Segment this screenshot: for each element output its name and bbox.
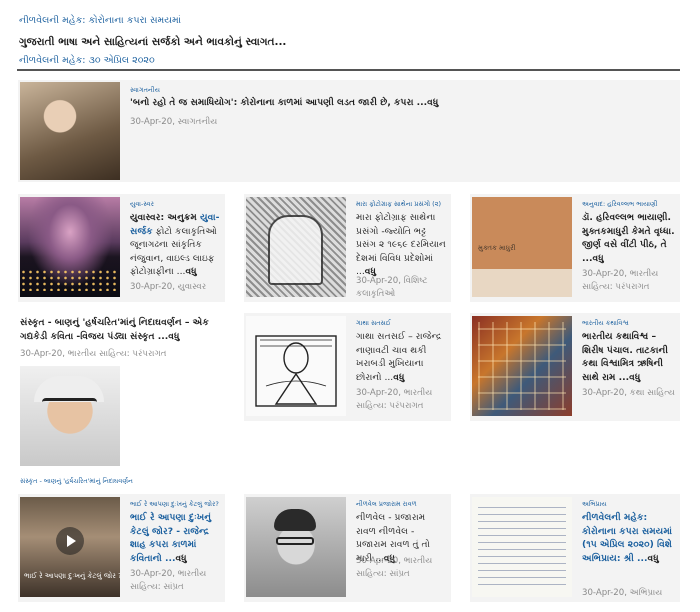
category-label[interactable]: ગાથા સતસઈ bbox=[356, 319, 391, 328]
article-title[interactable]: યુવાસ્વર: અનુક્રમ યુવા-સર્જક ફોટો કલાકૃત… bbox=[130, 211, 222, 279]
article-title-text[interactable]: ભારતીય કથાવિશ્વ – શિરીષ પંચાલ. તાટકાની ક… bbox=[582, 331, 668, 383]
image-caption: સંસ્કૃત - બાણનું 'હર્ષચરિત'માંનું નિદાઘવ… bbox=[20, 477, 133, 485]
read-more-link[interactable]: વધુ bbox=[185, 266, 196, 277]
article-card[interactable]: ભારતીય કથાવિશ્વ ભારતીય કથાવિશ્વ – શિરીષ … bbox=[470, 313, 680, 421]
article-thumbnail[interactable] bbox=[472, 316, 572, 416]
video-caption: ભાઈ રે આપણા દુઃખનું કેટલું જોર ? bbox=[24, 572, 120, 580]
article-title-text[interactable]: યુવાસ્વર: અનુક્રમ bbox=[130, 212, 200, 223]
article-title-text[interactable]: 'બનો રહો તે જ સમાધિયોગ': કોરોનાના કાળમાં… bbox=[130, 97, 427, 108]
article-title-text[interactable]: સંસ્કૃત - બાણનું 'હર્ષચરિત'માંનું નિદાઘવ… bbox=[20, 317, 209, 342]
city-lights bbox=[20, 269, 120, 291]
article-card[interactable]: યુવા-સ્વર યુવાસ્વર: અનુક્રમ યુવા-સર્જક ફ… bbox=[18, 194, 225, 302]
article-meta: 30-Apr-20, ભારતીય સાહિત્ય: પરંપરાગત bbox=[20, 349, 167, 359]
read-more-link[interactable]: વધુ bbox=[393, 372, 404, 383]
article-meta: 30-Apr-20, યુવાસ્વર bbox=[130, 282, 207, 292]
category-label[interactable]: ભારતીય કથાવિશ્વ bbox=[582, 319, 629, 328]
article-title[interactable]: ભારતીય કથાવિશ્વ – શિરીષ પંચાલ. તાટકાની ક… bbox=[582, 330, 676, 384]
category-label[interactable]: મારા ફોટોગ્રાફ સાથેના પ્રસંગો (૨) bbox=[356, 200, 441, 209]
header-divider bbox=[17, 69, 680, 71]
category-label[interactable]: અનુવાદ: હરિવલ્લભ ભાયાણી bbox=[582, 200, 658, 209]
article-thumbnail[interactable] bbox=[246, 197, 346, 297]
read-more-link[interactable]: વધુ bbox=[175, 553, 186, 564]
article-title-text[interactable]: ભાઈ રે આપણા દુઃખનું કેટલું જોર? - રાજેન્… bbox=[130, 512, 211, 564]
read-more-link[interactable]: વધુ bbox=[168, 331, 179, 342]
article-title[interactable]: મારા ફોટોગ્રાફ સાથેના પ્રસંગો -જ્યોતિ ભટ… bbox=[356, 211, 448, 279]
handwritten-lines bbox=[478, 503, 566, 591]
photo-figure bbox=[268, 215, 323, 285]
letter-thumbnail[interactable] bbox=[472, 497, 572, 597]
article-card[interactable]: ગાથા સતસઈ ગાથા સતસઈ – રાજેન્દ્ર નાણાવટી … bbox=[244, 313, 451, 421]
read-more-link[interactable]: વધુ bbox=[427, 97, 438, 108]
article-meta: 30-Apr-20, સ્વાગતનીય bbox=[130, 117, 218, 127]
article-title[interactable]: સંસ્કૃત - બાણનું 'હર્ષચરિત'માંનું નિદાઘવ… bbox=[20, 316, 220, 343]
play-icon[interactable] bbox=[56, 527, 84, 555]
read-more-link[interactable]: વધુ bbox=[648, 553, 659, 564]
book-cover-thumbnail[interactable]: મુક્તક માધુરી bbox=[472, 197, 572, 297]
article-meta: 30-Apr-20, ભારતીય સાહિત્ય: પરંપરાગત bbox=[582, 269, 659, 292]
featured-thumbnail[interactable] bbox=[20, 82, 120, 180]
article-card[interactable]: નીળવેલ પ્રજારામ રાવળ નીળવેલ - પ્રજારામ ર… bbox=[244, 494, 451, 602]
article-thumbnail[interactable] bbox=[246, 497, 346, 597]
article-meta: 30-Apr-20, વિશિષ્ટ કલાકૃતિઓ bbox=[356, 276, 428, 299]
site-title-link[interactable]: નીળવેલની મહેક: કોરોનાના કપરા સમયમાં bbox=[19, 15, 181, 26]
article-card[interactable]: મુક્તક માધુરી અનુવાદ: હરિવલ્લભ ભાયાણી ડૉ… bbox=[470, 194, 680, 302]
article-thumbnail[interactable] bbox=[246, 316, 346, 416]
issue-link[interactable]: નીળવેલની મહેક: ૩૦ એપ્રિલ ૨૦૨૦ bbox=[19, 55, 155, 66]
read-more-link[interactable]: વધુ bbox=[629, 372, 640, 383]
article-thumbnail[interactable] bbox=[20, 197, 120, 297]
painting-pattern bbox=[478, 322, 566, 410]
article-title[interactable]: નીળવેલની મહેક: કોરોનાના કપરા સમયમાં (૧૫ … bbox=[582, 511, 676, 565]
article-meta: 30-Apr-20, ભારતીય સાહિત્ય: પરંપરાગત bbox=[356, 388, 433, 411]
category-label[interactable]: યુવા-સ્વર bbox=[130, 200, 154, 209]
article-thumbnail[interactable] bbox=[20, 366, 120, 466]
read-more-link[interactable]: વધુ bbox=[592, 253, 603, 264]
featured-article-card[interactable]: સ્વાગતનીય 'બનો રહો તે જ સમાધિયોગ': કોરોન… bbox=[18, 80, 680, 182]
line-drawing-illustration bbox=[255, 335, 337, 407]
article-card[interactable]: મારા ફોટોગ્રાફ સાથેના પ્રસંગો (૨) મારા ફ… bbox=[244, 194, 451, 302]
category-label[interactable]: સ્વાગતનીય bbox=[130, 86, 160, 95]
category-label[interactable]: અભિપ્રાય bbox=[582, 500, 607, 509]
glasses-shape bbox=[42, 398, 97, 410]
portrait-hair bbox=[274, 509, 316, 531]
article-card[interactable]: અભિપ્રાય નીળવેલની મહેક: કોરોનાના કપરા સમ… bbox=[470, 494, 680, 602]
article-meta: 30-Apr-20, કથા સાહિત્ય bbox=[582, 388, 675, 398]
video-thumbnail[interactable]: ભાઈ રે આપણા દુઃખનું કેટલું જોર ? bbox=[20, 497, 120, 597]
article-title[interactable]: ડૉ. હરિવલ્લભ ભાયાણી. મુક્તકમાધુરી કેમતે … bbox=[582, 211, 676, 265]
article-card[interactable]: ભાઈ રે આપણા દુઃખનું કેટલું જોર ? ભાઈ રે … bbox=[18, 494, 225, 602]
site-tagline: ગુજરાતી ભાષા અને સાહિત્યનાં સર્જકો અને ભ… bbox=[19, 36, 287, 48]
article-meta: 30-Apr-20, ભારતીય સાહિત્ય: સાંપ્રત bbox=[130, 569, 207, 592]
article-title[interactable]: ગાથા સતસઈ – રાજેન્દ્ર નાણાવટી ચાવ થકી ખર… bbox=[356, 330, 448, 384]
article-title[interactable]: ભાઈ રે આપણા દુઃખનું કેટલું જોર? - રાજેન્… bbox=[130, 511, 222, 565]
portrait-glasses bbox=[276, 537, 314, 545]
article-title[interactable]: 'બનો રહો તે જ સમાધિયોગ': કોરોનાના કાળમાં… bbox=[130, 96, 670, 110]
category-label[interactable]: ભાઈ રે આપણા દુઃખનું કેટલું જોર? bbox=[130, 500, 219, 509]
article-meta: 30-Apr-20, ભારતીય સાહિત્ય: સાંપ્રત bbox=[356, 556, 433, 579]
article-meta: 30-Apr-20, અભિપ્રાય bbox=[582, 588, 663, 598]
text-article-card[interactable]: સંસ્કૃત - બાણનું 'હર્ષચરિત'માંનું નિદાઘવ… bbox=[18, 313, 225, 485]
category-label[interactable]: નીળવેલ પ્રજારામ રાવળ bbox=[356, 500, 417, 509]
book-cover-label: મુક્તક માધુરી bbox=[478, 244, 516, 252]
